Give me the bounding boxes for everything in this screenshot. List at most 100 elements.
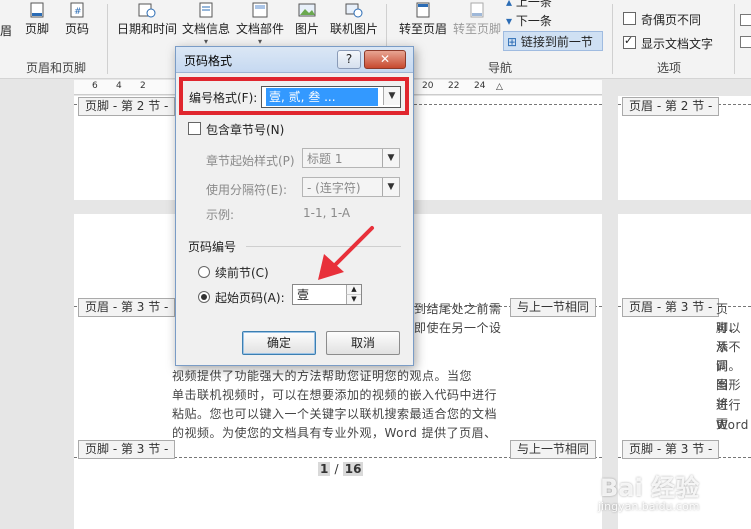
footer-section-2-tag: 页脚 - 第 2 节 - [78,97,176,116]
down-arrow-icon: ▾ [506,14,516,28]
ruler-tick: 20 [422,81,434,91]
goto-header-icon [416,2,430,18]
spin-down-icon[interactable]: ▼ [346,295,361,304]
doc-parts-button[interactable]: 文档部件 ▾ [234,2,286,46]
ribbon-separator [734,4,735,74]
separator-select[interactable]: - (连字符) ▼ [302,177,400,197]
help-icon: ? [345,52,353,66]
calendar-icon [138,3,156,18]
picture-button[interactable]: 图片 [290,2,324,37]
dialog-titlebar[interactable]: 页码格式 ? ✕ [176,47,413,73]
ruler-tick: 6 [92,81,98,91]
doc-info-button[interactable]: 文档信息 ▾ [180,2,232,46]
right-footer-tag: 页眉 - 第 2 节 - [622,97,720,116]
ribbon-header-partial[interactable]: 眉 [0,22,12,39]
checkbox-checked[interactable] [623,34,636,49]
right-text-line: Word [716,418,749,432]
chevron-down-icon[interactable]: ▼ [382,178,399,196]
radio-on[interactable] [198,291,210,303]
body-text-line: 粘贴。您也可以键入一个关键字以联机搜索最适合您的文档 [172,407,498,421]
body-text-line: 的视频。为使您的文档具有专业外观，Word 提供了页眉、 [172,426,497,440]
dialog-title: 页码格式 [184,54,233,68]
radio-off[interactable] [198,266,210,278]
body-text-fragment: 即使在另一个设 [414,321,502,335]
prev-button[interactable]: ▴ 上一条 [506,0,552,10]
group-navigation: 导航 [488,61,513,75]
chevron-down-icon: ▾ [203,37,208,46]
right-footer-tag: 页脚 - 第 3 节 - [622,440,720,459]
cancel-button[interactable]: 取消 [326,331,400,355]
chevron-down-icon: ▾ [257,37,262,46]
numbering-group-title: 页码编号 [188,240,237,254]
page-number-button[interactable]: # 页码 [62,2,92,37]
doc-parts-icon [252,2,268,18]
number-format-label: 编号格式(F): [189,91,258,105]
next-button[interactable]: ▾ 下一条 [506,12,552,29]
body-text-line: 视频提供了功能强大的方法帮助您证明您的观点。当您 [172,369,473,383]
checkbox-unchecked[interactable] [623,12,636,25]
date-time-button[interactable]: 日期和时间 [116,2,178,37]
right-header-tag: 页眉 - 第 3 节 - [622,298,720,317]
red-arrow-annotation [318,226,374,280]
footer-button[interactable]: 页脚 [22,2,52,37]
include-chapter-checkbox[interactable]: 包含章节号(N) [188,121,284,138]
ruler-indent-marker[interactable]: △ [496,82,503,92]
close-icon: ✕ [379,52,391,66]
up-arrow-icon: ▴ [506,0,516,9]
picture-icon [298,3,316,17]
help-button[interactable]: ? [337,50,361,69]
page-number-icon: # [70,2,84,18]
ok-button[interactable]: 确定 [242,331,316,355]
page-num-current: 1 [318,462,331,476]
group-options: 选项 [657,61,682,75]
ribbon-separator [612,4,613,74]
footer-icon [30,2,44,18]
goto-footer-icon [470,2,484,18]
odd-even-checkbox[interactable]: 奇偶页不同 [623,11,701,28]
chevron-down-icon[interactable]: ▼ [383,87,400,105]
link-icon: ⊞ [507,35,521,49]
ribbon-separator [107,4,108,74]
separator-value: - (连字符) [307,181,361,195]
spin-up-icon[interactable]: ▲ [346,285,361,295]
ruler-tick: 2 [140,81,146,91]
chapter-style-value: 标题 1 [307,152,343,166]
checkbox-unchecked[interactable] [188,122,201,135]
online-picture-icon [345,3,363,18]
ruler-tick: 4 [116,81,122,91]
example-label: 示例: [206,208,235,222]
watermark: Bai 经验 [600,474,700,502]
example-value: 1-1, 1-A [303,206,351,220]
group-header-footer: 页眉和页脚 [26,61,87,75]
close-button[interactable]: ✕ [364,50,406,69]
start-at-spinner[interactable]: 壹 ▲ ▼ [292,284,362,305]
body-text-fragment: 到结尾处之前需 [414,302,502,316]
goto-footer-button[interactable]: 转至页脚 [451,2,503,37]
link-to-previous-button[interactable]: ⊞ 链接到前一节 [503,31,603,51]
chapter-style-select[interactable]: 标题 1 ▼ [302,148,400,168]
body-text-line: 单击联机视频时，可以在想要添加的视频的嵌入代码中进行 [172,388,498,402]
goto-header-button[interactable]: 转至页眉 [395,2,451,37]
show-doc-text-checkbox[interactable]: 显示文档文字 [623,34,713,52]
chevron-down-icon[interactable]: ▼ [382,149,399,167]
number-format-select[interactable]: 壹, 贰, 叁 ... ▼ [261,86,401,108]
separator-label: 使用分隔符(E): [206,183,287,197]
page-num-total: 16 [342,462,364,476]
continue-radio[interactable]: 续前节(C) [198,264,269,281]
doc-info-icon [199,2,213,18]
svg-text:#: # [74,7,82,17]
number-format-value: 壹, 贰, 叁 ... [266,88,378,106]
ribbon-separator [386,4,387,52]
footer-section-3-tag: 页脚 - 第 3 节 - [78,440,176,459]
same-as-previous-tag: 与上一节相同 [510,440,597,459]
online-picture-button[interactable]: 联机图片 [328,2,380,37]
page-number-field[interactable]: 1 / 16 [318,462,364,476]
start-at-radio[interactable]: 起始页码(A): [198,289,285,306]
partial-ribbon-icon [740,14,751,26]
chapter-style-label: 章节起始样式(P) [206,154,295,168]
header-section-3-tag: 页眉 - 第 3 节 - [78,298,176,317]
same-as-previous-tag: 与上一节相同 [510,298,597,317]
partial-ribbon-icon [740,36,751,48]
start-at-value: 壹 [297,288,310,302]
ruler-tick: 22 [448,81,460,91]
